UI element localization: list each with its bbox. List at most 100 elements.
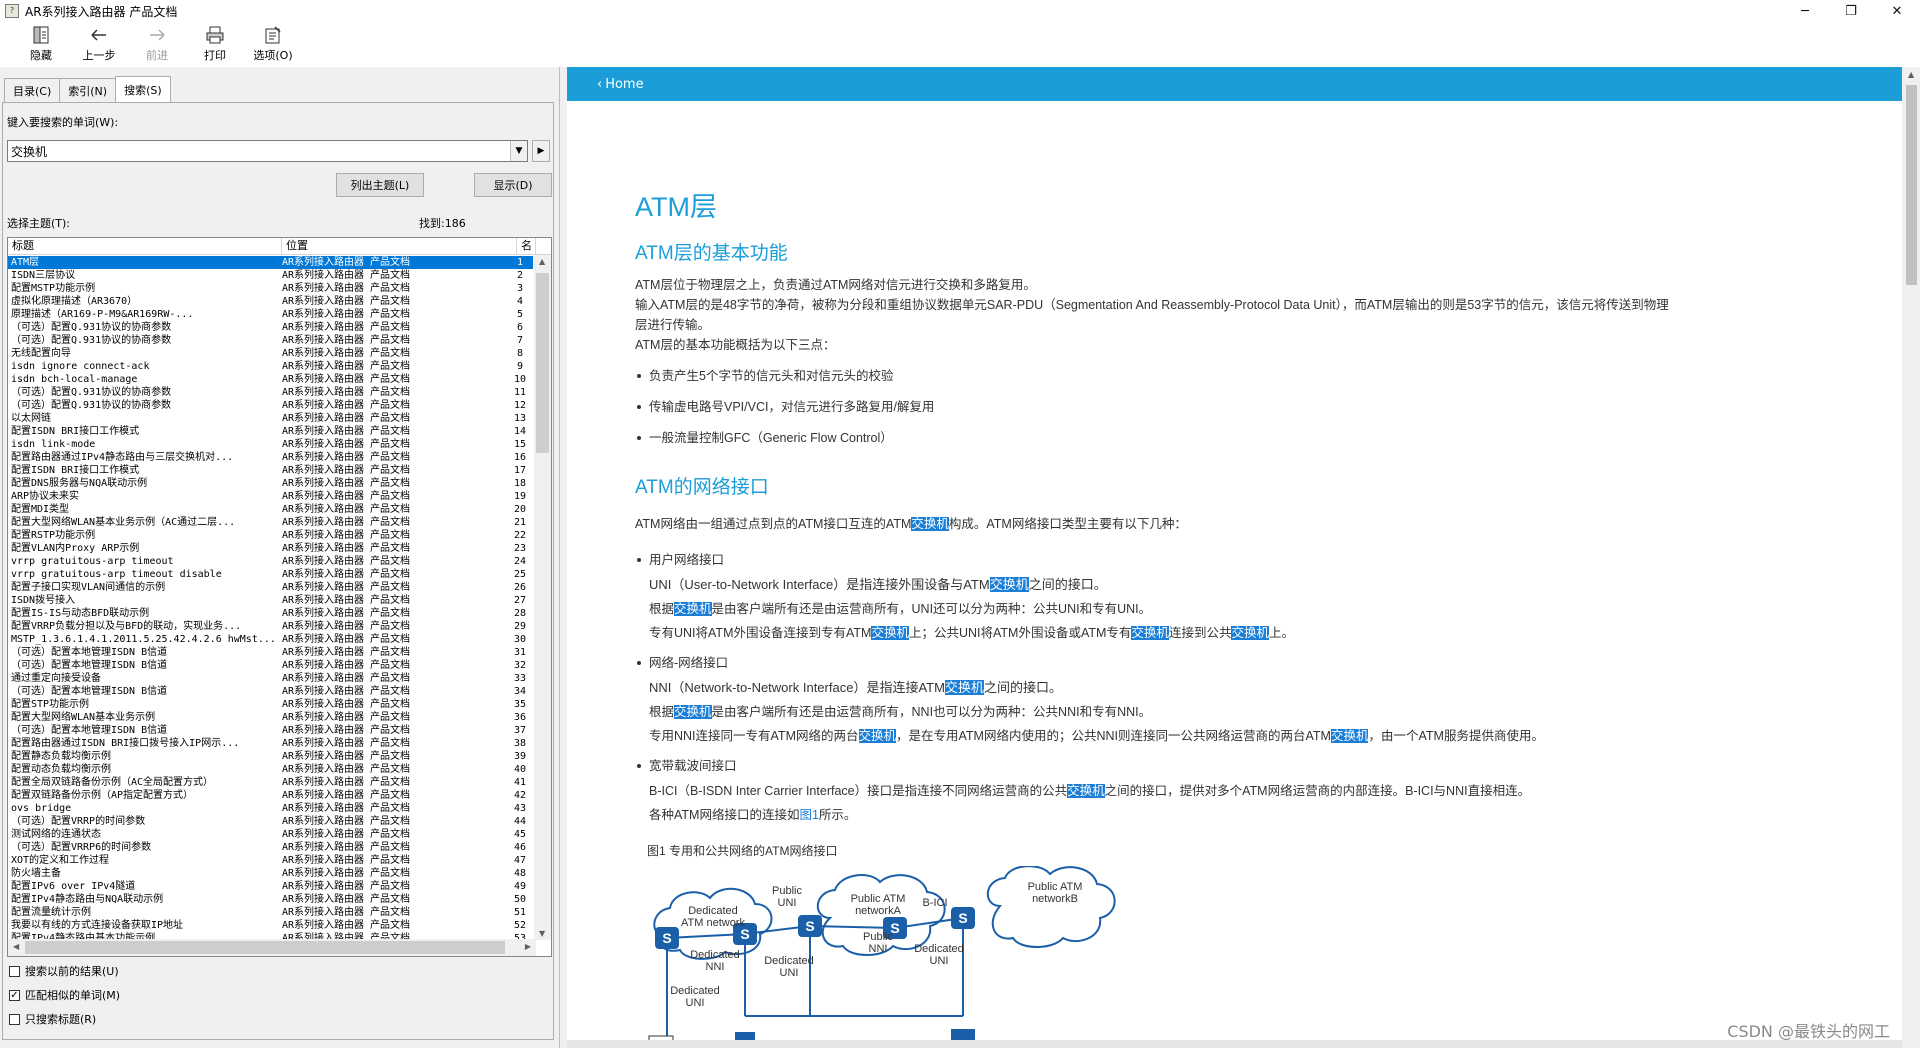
topic-list[interactable]: 标题 位置 名 ATM层 AR系列接入路由器 产品文档 1 ISDN三层协议 AR系列接…: [7, 237, 552, 957]
table-row[interactable]: 我要以有线的方式连接设备获取IP地址 AR系列接入路由器 产品文档 52: [8, 919, 533, 932]
table-row[interactable]: vrrp gratuitous-arp timeout AR系列接入路由器 产品文…: [8, 555, 533, 568]
table-row[interactable]: （可选）配置VRRP的时间参数 AR系列接入路由器 产品文档 44: [8, 815, 533, 828]
table-row[interactable]: 配置流量统计示例 AR系列接入路由器 产品文档 51: [8, 906, 533, 919]
scroll-up-icon[interactable]: ▲: [1908, 70, 1914, 79]
tab-search[interactable]: 搜索(S): [115, 76, 171, 102]
table-row[interactable]: 配置IPv6 over IPv4隧道 AR系列接入路由器 产品文档 49: [8, 880, 533, 893]
chevron-down-icon[interactable]: ▼: [510, 141, 527, 161]
list-topics-button[interactable]: 列出主题(L): [336, 173, 424, 197]
scroll-up-icon[interactable]: ▲: [539, 257, 545, 266]
table-row[interactable]: 配置ISDN BRI接口工作模式 AR系列接入路由器 产品文档 14: [8, 425, 533, 438]
table-row[interactable]: （可选）配置本地管理ISDN B信道 AR系列接入路由器 产品文档 32: [8, 659, 533, 672]
table-row[interactable]: isdn bch-local-manage AR系列接入路由器 产品文档 10: [8, 373, 533, 386]
close-button[interactable]: ✕: [1874, 0, 1920, 22]
column-header-rank[interactable]: 名: [517, 238, 536, 254]
table-row[interactable]: 配置VRRP负载分担以及与BFD的联动，实现业务... AR系列接入路由器 产品文…: [8, 620, 533, 633]
table-row[interactable]: 虚拟化原理描述（AR3670） AR系列接入路由器 产品文档 4: [8, 295, 533, 308]
table-row[interactable]: 配置IS-IS与动态BFD联动示例 AR系列接入路由器 产品文档 28: [8, 607, 533, 620]
table-row[interactable]: vrrp gratuitous-arp timeout disable AR系列接…: [8, 568, 533, 581]
hide-button[interactable]: 隐藏: [12, 22, 70, 67]
table-row[interactable]: 防火墙主备 AR系列接入路由器 产品文档 48: [8, 867, 533, 880]
table-row[interactable]: 配置ISDN BRI接口工作模式 AR系列接入路由器 产品文档 17: [8, 464, 533, 477]
chevron-left-icon[interactable]: ‹: [597, 77, 602, 92]
tab-contents[interactable]: 目录(C): [4, 78, 61, 102]
row-location: AR系列接入路由器 产品文档: [282, 257, 411, 268]
table-row[interactable]: 配置动态负载均衡示例 AR系列接入路由器 产品文档 40: [8, 763, 533, 776]
table-row[interactable]: 配置VLAN内Proxy ARP示例 AR系列接入路由器 产品文档 23: [8, 542, 533, 555]
table-row[interactable]: 配置全局双链路备份示例（AC全局配置方式） AR系列接入路由器 产品文档 41: [8, 776, 533, 789]
table-row[interactable]: 配置双链路备份示例（AP指定配置方式） AR系列接入路由器 产品文档 42: [8, 789, 533, 802]
row-title: 配置IPv6 over IPv4隧道: [11, 881, 136, 892]
titles-only-checkbox[interactable]: 只搜索标题(R): [9, 1011, 96, 1027]
column-header-title[interactable]: 标题: [8, 238, 282, 254]
checkbox-box[interactable]: [9, 1013, 20, 1025]
content-scroll-thumb[interactable]: [1906, 85, 1917, 285]
table-row[interactable]: （可选）配置Q.931协议的协商参数 AR系列接入路由器 产品文档 6: [8, 321, 533, 334]
table-row[interactable]: ovs bridge AR系列接入路由器 产品文档 43: [8, 802, 533, 815]
table-row[interactable]: 配置DNS服务器与NQA联动示例 AR系列接入路由器 产品文档 18: [8, 477, 533, 490]
table-row[interactable]: 配置MDI类型 AR系列接入路由器 产品文档 20: [8, 503, 533, 516]
home-link[interactable]: Home: [605, 77, 643, 92]
display-button[interactable]: 显示(D): [474, 173, 552, 197]
table-row[interactable]: 原理描述（AR169-P-M9&AR169RW-... AR系列接入路由器 产品文…: [8, 308, 533, 321]
table-row[interactable]: 配置大型网络WLAN基本业务示例 AR系列接入路由器 产品文档 36: [8, 711, 533, 724]
table-row[interactable]: （可选）配置Q.931协议的协商参数 AR系列接入路由器 产品文档 7: [8, 334, 533, 347]
options-icon: [265, 26, 281, 44]
table-row[interactable]: 配置RSTP功能示例 AR系列接入路由器 产品文档 22: [8, 529, 533, 542]
search-input[interactable]: 交换机 ▼: [7, 140, 528, 162]
table-row[interactable]: 配置大型网络WLAN基本业务示例（AC通过二层... AR系列接入路由器 产品文档…: [8, 516, 533, 529]
search-previous-checkbox[interactable]: 搜索以前的结果(U): [9, 963, 119, 979]
content-vertical-scrollbar[interactable]: ▲: [1903, 67, 1920, 1048]
list-horizontal-scrollbar[interactable]: ◀ ▶: [8, 939, 536, 956]
tab-index[interactable]: 索引(N): [59, 78, 117, 102]
scroll-right-icon[interactable]: ▶: [525, 942, 531, 951]
table-row[interactable]: ARP协议未来实 AR系列接入路由器 产品文档 19: [8, 490, 533, 503]
table-row[interactable]: XOT的定义和工作过程 AR系列接入路由器 产品文档 47: [8, 854, 533, 867]
options-button[interactable]: 选项(O): [244, 22, 302, 67]
checkbox-box[interactable]: [9, 965, 20, 977]
table-row[interactable]: ATM层 AR系列接入路由器 产品文档 1: [8, 256, 533, 269]
row-location: AR系列接入路由器 产品文档: [282, 400, 411, 411]
scroll-left-icon[interactable]: ◀: [13, 942, 19, 951]
table-row[interactable]: 无线配置向导 AR系列接入路由器 产品文档 8: [8, 347, 533, 360]
row-location: AR系列接入路由器 产品文档: [282, 738, 411, 749]
table-row[interactable]: （可选）配置VRRP6的时间参数 AR系列接入路由器 产品文档 46: [8, 841, 533, 854]
back-button[interactable]: 上一步: [70, 22, 128, 67]
forward-button[interactable]: 前进: [128, 22, 186, 67]
table-row[interactable]: （可选）配置本地管理ISDN B信道 AR系列接入路由器 产品文档 37: [8, 724, 533, 737]
table-row[interactable]: isdn ignore connect-ack AR系列接入路由器 产品文档 9: [8, 360, 533, 373]
table-row[interactable]: （可选）配置Q.931协议的协商参数 AR系列接入路由器 产品文档 12: [8, 399, 533, 412]
table-row[interactable]: 配置IPv4静态路由与NQA联动示例 AR系列接入路由器 产品文档 50: [8, 893, 533, 906]
table-row[interactable]: （可选）配置本地管理ISDN B信道 AR系列接入路由器 产品文档 31: [8, 646, 533, 659]
list-hscroll-thumb[interactable]: [25, 941, 505, 954]
table-row[interactable]: 测试网络的连通状态 AR系列接入路由器 产品文档 45: [8, 828, 533, 841]
print-button[interactable]: 打印: [186, 22, 244, 67]
row-title: 我要以有线的方式连接设备获取IP地址: [11, 920, 184, 931]
table-row[interactable]: 配置静态负载均衡示例 AR系列接入路由器 产品文档 39: [8, 750, 533, 763]
table-row[interactable]: MSTP_1.3.6.1.4.1.2011.5.25.42.4.2.6 hwMs…: [8, 633, 533, 646]
table-row[interactable]: 配置路由器通过ISDN BRI接口拨号接入IP网示... AR系列接入路由器 产品…: [8, 737, 533, 750]
checkbox-box-checked[interactable]: ✓: [9, 989, 20, 1001]
column-header-location[interactable]: 位置: [282, 238, 517, 254]
match-similar-checkbox[interactable]: ✓ 匹配相似的单词(M): [9, 987, 120, 1003]
row-title: 配置VLAN内Proxy ARP示例: [11, 543, 140, 554]
table-row[interactable]: isdn link-mode AR系列接入路由器 产品文档 15: [8, 438, 533, 451]
minimize-button[interactable]: ─: [1782, 0, 1828, 22]
table-row[interactable]: 配置子接口实现VLAN间通信的示例 AR系列接入路由器 产品文档 26: [8, 581, 533, 594]
table-row[interactable]: 配置STP功能示例 AR系列接入路由器 产品文档 35: [8, 698, 533, 711]
figure-link[interactable]: 图1: [799, 808, 818, 822]
list-vertical-scrollbar[interactable]: ▲ ▼: [534, 255, 551, 940]
search-go-button[interactable]: ▶: [532, 140, 550, 162]
table-row[interactable]: ISDN三层协议 AR系列接入路由器 产品文档 2: [8, 269, 533, 282]
table-row[interactable]: （可选）配置Q.931协议的协商参数 AR系列接入路由器 产品文档 11: [8, 386, 533, 399]
table-row[interactable]: 以太网链 AR系列接入路由器 产品文档 13: [8, 412, 533, 425]
table-row[interactable]: ISDN拨号接入 AR系列接入路由器 产品文档 27: [8, 594, 533, 607]
list-scroll-thumb[interactable]: [536, 273, 549, 453]
scroll-down-icon[interactable]: ▼: [539, 929, 545, 938]
maximize-button[interactable]: ❐: [1828, 0, 1874, 22]
table-row[interactable]: 配置MSTP功能示例 AR系列接入路由器 产品文档 3: [8, 282, 533, 295]
table-row[interactable]: 通过重定向接受设备 AR系列接入路由器 产品文档 33: [8, 672, 533, 685]
row-rank: 52: [513, 920, 527, 931]
table-row[interactable]: 配置路由器通过IPv4静态路由与三层交换机对... AR系列接入路由器 产品文档 1…: [8, 451, 533, 464]
table-row[interactable]: （可选）配置本地管理ISDN B信道 AR系列接入路由器 产品文档 34: [8, 685, 533, 698]
